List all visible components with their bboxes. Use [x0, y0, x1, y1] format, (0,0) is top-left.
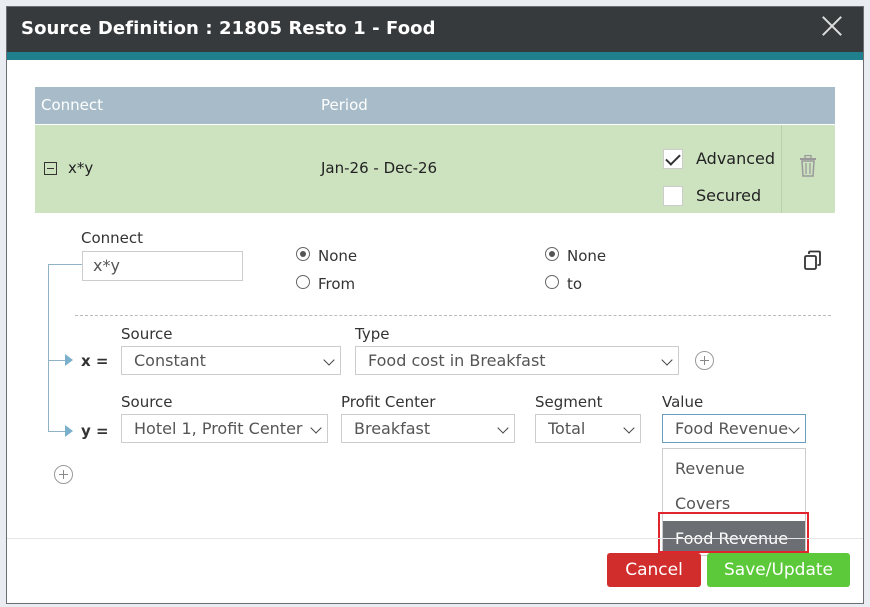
tree-arrow-x-icon — [65, 354, 73, 366]
value-label: Value — [662, 393, 704, 411]
y-equals-label: y = — [81, 422, 109, 440]
copy-icon[interactable] — [803, 250, 823, 272]
save-update-button[interactable]: Save/Update — [707, 553, 850, 587]
to-none-label: None — [567, 247, 607, 265]
chevron-down-icon — [310, 422, 322, 434]
y-source-value: Hotel 1, Profit Center — [134, 419, 303, 438]
tree-line-connect — [48, 264, 82, 265]
to-label: to — [567, 275, 583, 293]
x-type-select[interactable]: Food cost in Breakfast — [355, 346, 679, 375]
x-equals-label: x = — [81, 352, 109, 370]
y-source-label: Source — [121, 393, 173, 411]
secured-label: Secured — [696, 186, 762, 205]
y-source-select[interactable]: Hotel 1, Profit Center — [121, 414, 328, 443]
x-type-value: Food cost in Breakfast — [368, 351, 546, 370]
to-none-radio[interactable] — [545, 247, 559, 261]
header-period: Period — [321, 96, 368, 114]
cancel-button[interactable]: Cancel — [607, 553, 701, 587]
tree-line-y — [48, 431, 65, 432]
x-source-select[interactable]: Constant — [121, 346, 341, 375]
footer-divider — [7, 538, 863, 539]
profit-center-select[interactable]: Breakfast — [341, 414, 515, 443]
chevron-down-icon — [497, 422, 509, 434]
from-none-label: None — [318, 247, 358, 265]
segment-value: Total — [548, 419, 586, 438]
segment-select[interactable]: Total — [535, 414, 641, 443]
table-header: Connect Period — [35, 87, 835, 124]
connect-label: Connect — [81, 229, 144, 247]
dialog-titlebar: Source Definition : 21805 Resto 1 - Food — [7, 7, 863, 52]
table-row: x*y Jan-26 - Dec-26 Advanced Secured — [35, 125, 835, 213]
add-x-term-icon[interactable] — [695, 351, 714, 370]
x-type-label: Type — [355, 325, 390, 343]
x-source-value: Constant — [134, 351, 206, 370]
value-select[interactable]: Food Revenue — [662, 414, 806, 443]
tree-line — [48, 264, 49, 432]
row-period-value: Jan-26 - Dec-26 — [321, 159, 438, 177]
advanced-label: Advanced — [696, 149, 776, 168]
profit-center-value: Breakfast — [354, 419, 431, 438]
dialog-title: Source Definition : 21805 Resto 1 - Food — [21, 18, 436, 39]
close-icon[interactable] — [817, 11, 847, 41]
trash-icon[interactable] — [799, 155, 817, 177]
title-accent-bar — [7, 52, 863, 60]
x-source-label: Source — [121, 325, 173, 343]
value-select-value: Food Revenue — [675, 419, 789, 438]
tree-arrow-y-icon — [65, 425, 73, 437]
secured-checkbox[interactable] — [663, 186, 683, 206]
from-radio[interactable] — [296, 275, 310, 289]
to-radio[interactable] — [545, 275, 559, 289]
from-none-radio[interactable] — [296, 247, 310, 261]
tree-line-x — [48, 360, 65, 361]
row-connect-value: x*y — [68, 159, 94, 177]
add-term-icon[interactable] — [54, 465, 73, 484]
chevron-down-icon — [623, 422, 635, 434]
dropdown-option-revenue[interactable]: Revenue — [663, 451, 805, 483]
profit-center-label: Profit Center — [341, 393, 436, 411]
from-label: From — [318, 275, 356, 293]
segment-label: Segment — [535, 393, 603, 411]
connect-input[interactable]: x*y — [82, 251, 243, 281]
highlight-box — [658, 512, 809, 553]
advanced-checkbox[interactable] — [663, 149, 683, 169]
chevron-down-icon — [788, 422, 800, 434]
section-divider — [75, 315, 831, 316]
header-connect: Connect — [41, 96, 104, 114]
collapse-icon[interactable] — [44, 162, 57, 175]
source-definition-dialog: Source Definition : 21805 Resto 1 - Food… — [6, 6, 864, 604]
row-divider — [781, 125, 782, 213]
chevron-down-icon — [661, 354, 673, 366]
chevron-down-icon — [323, 354, 335, 366]
